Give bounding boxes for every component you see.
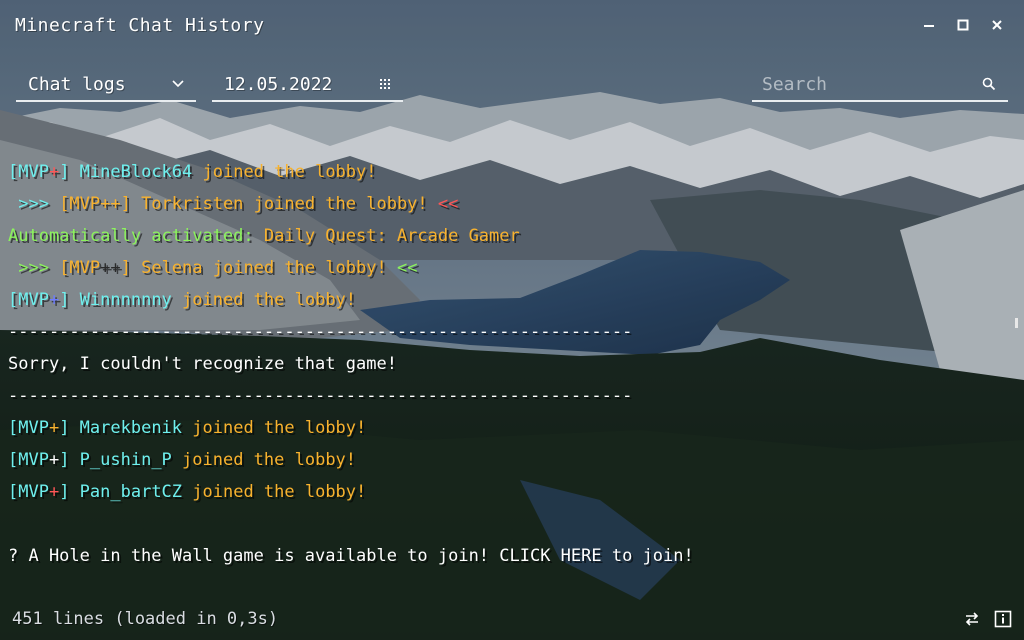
chat-segment: [MVP — [8, 162, 49, 182]
chat-segment: + — [48, 450, 60, 470]
chat-segment: joined the lobby! — [192, 162, 377, 182]
chat-line: [MVP+] Marekbenik joined the lobby! — [8, 412, 1008, 444]
chat-segment: ] MineBlock64 — [59, 162, 193, 182]
chat-segment: ] Winnnnnny — [59, 290, 172, 310]
chat-segment: << — [427, 194, 459, 214]
date-value: 12.05.2022 — [224, 73, 333, 95]
chat-segment: + — [48, 482, 60, 502]
chat-segment: joined the lobby! — [171, 290, 357, 310]
chat-segment: << — [386, 258, 418, 278]
chat-segment: ----------------------------------------… — [8, 386, 633, 406]
log-type-selected: Chat logs — [28, 73, 126, 95]
calendar-icon[interactable] — [379, 78, 391, 90]
log-type-dropdown[interactable]: Chat logs — [16, 68, 196, 102]
chat-segment: >>> — [8, 258, 60, 278]
chat-segment: [MVP — [8, 450, 49, 470]
swap-icon[interactable] — [964, 611, 980, 627]
toolbar: Chat logs 12.05.2022 — [0, 68, 1024, 106]
close-icon — [991, 16, 1003, 35]
chat-segment: ] P_ushin_P — [59, 450, 172, 470]
chat-segment: joined the lobby! — [182, 482, 367, 502]
chat-line: Sorry, I couldn't recognize that game! — [8, 348, 1008, 380]
chat-segment: + — [48, 290, 60, 310]
search-input[interactable] — [752, 72, 964, 96]
maximize-icon — [957, 16, 969, 35]
chat-line: >>> [MVP++] Selena joined the lobby! << — [8, 252, 1008, 284]
close-button[interactable] — [980, 10, 1014, 40]
maximize-button[interactable] — [946, 10, 980, 40]
chat-segment: [MVP — [8, 482, 49, 502]
chat-segment: [MVP++] Torkristen joined the lobby! — [59, 194, 428, 214]
chat-line: [MVP+] Winnnnnny joined the lobby! — [8, 284, 1008, 316]
chat-segment: ----------------------------------------… — [8, 322, 633, 342]
chat-segment: ] Pan_bartCZ — [59, 482, 183, 502]
chat-line: ----------------------------------------… — [8, 316, 1008, 348]
chat-segment: ] Selena joined the lobby! — [120, 258, 387, 278]
chat-segment: >>> — [8, 194, 60, 214]
title-bar: Minecraft Chat History — [0, 0, 1024, 50]
chat-line — [8, 508, 1008, 540]
chat-segment: ? A Hole in the Wall game is available t… — [8, 546, 694, 566]
chat-segment: Sorry, I couldn't recognize that game! — [8, 354, 397, 374]
chat-line: Automatically activated: Daily Quest: Ar… — [8, 220, 1008, 252]
chat-line: [MVP+] MineBlock64 joined the lobby! — [8, 156, 1008, 188]
chevron-down-icon — [172, 80, 184, 88]
chat-segment: joined the lobby! — [182, 418, 367, 438]
chat-segment: [MVP — [8, 418, 49, 438]
chat-line: [MVP+] Pan_bartCZ joined the lobby! — [8, 476, 1008, 508]
chat-line: [MVP+] P_ushin_P joined the lobby! — [8, 444, 1008, 476]
status-actions — [964, 610, 1012, 628]
search-icon[interactable] — [982, 77, 996, 91]
scrollbar-handle[interactable] — [1015, 318, 1018, 328]
chat-segment: Automatically activated: — [8, 226, 264, 246]
chat-segment: Daily Quest: Arcade Gamer — [263, 226, 520, 246]
status-bar: 451 lines (loaded in 0,3s) — [0, 604, 1024, 634]
chat-log[interactable]: [MVP+] MineBlock64 joined the lobby! >>>… — [8, 156, 1008, 572]
chat-line: ----------------------------------------… — [8, 380, 1008, 412]
chat-line: ? A Hole in the Wall game is available t… — [8, 540, 1008, 572]
chat-segment: [MVP — [59, 258, 101, 278]
chat-segment: ++ — [100, 258, 121, 278]
minimize-button[interactable] — [912, 10, 946, 40]
window-title: Minecraft Chat History — [15, 14, 265, 36]
chat-line: >>> [MVP++] Torkristen joined the lobby!… — [8, 188, 1008, 220]
window-controls — [912, 10, 1014, 40]
chat-segment: joined the lobby! — [171, 450, 357, 470]
search-field[interactable] — [752, 68, 1008, 102]
info-icon[interactable] — [994, 610, 1012, 628]
chat-segment: + — [48, 162, 60, 182]
date-picker[interactable]: 12.05.2022 — [212, 68, 403, 102]
chat-segment: + — [48, 418, 60, 438]
chat-segment: [MVP — [8, 290, 49, 310]
chat-segment: ] Marekbenik — [59, 418, 183, 438]
line-count-status: 451 lines (loaded in 0,3s) — [12, 609, 279, 629]
minimize-icon — [923, 16, 935, 35]
chat-history-window: Minecraft Chat History Chat logs 12.05.2… — [0, 0, 1024, 640]
